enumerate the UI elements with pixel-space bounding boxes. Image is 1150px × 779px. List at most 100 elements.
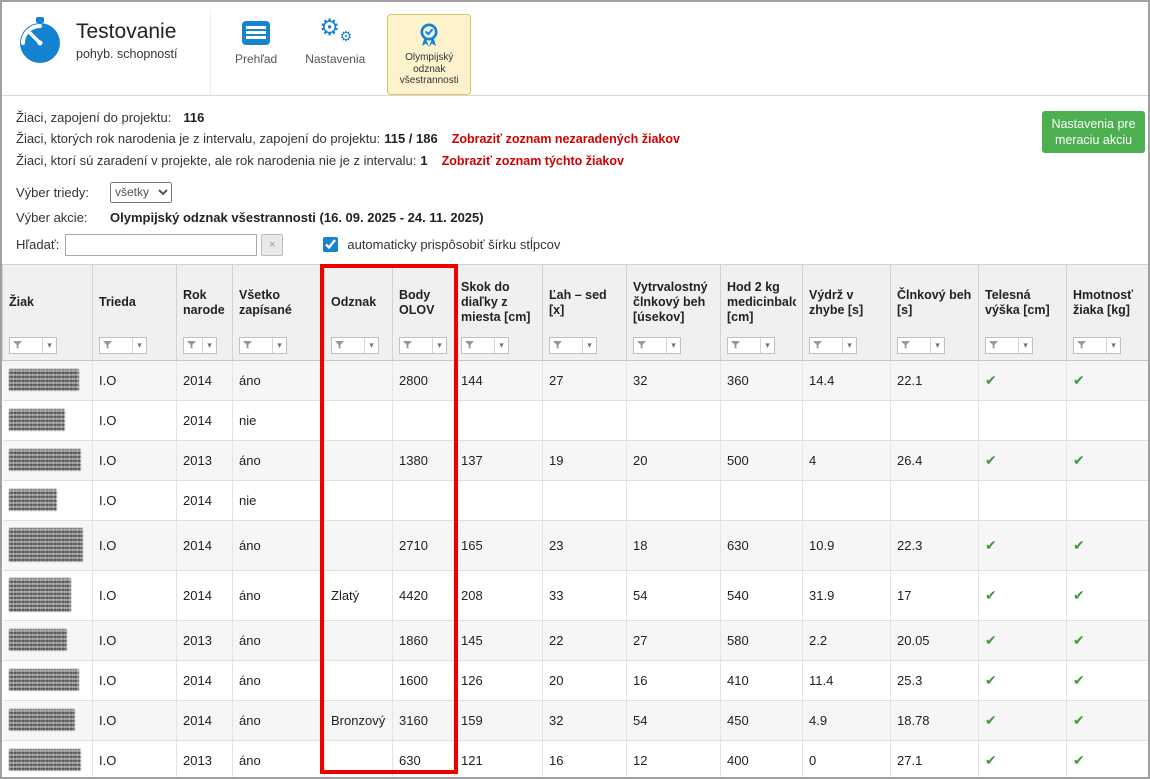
- column-filter[interactable]: ▾: [633, 337, 681, 354]
- info-line-1-value: 116: [183, 110, 204, 125]
- cell-trieda: I.O: [93, 400, 177, 440]
- chevron-down-icon: ▾: [273, 340, 286, 351]
- cell-vyska: [979, 400, 1067, 440]
- show-unassigned-students-link[interactable]: Zobraziť zoznam nezaradených žiakov: [452, 132, 680, 146]
- funnel-icon: [898, 338, 931, 353]
- column-filter[interactable]: ▾: [809, 337, 857, 354]
- info-line-1-label: Žiaci, zapojení do projektu:: [16, 110, 171, 125]
- results-table: Žiak▾Trieda▾Rok narode▾Všetko zapísané▾O…: [2, 264, 1148, 778]
- cell-body: [393, 480, 455, 520]
- table-row[interactable]: I.O2013áno6301211612400027.1✔✔: [3, 740, 1149, 777]
- table-row[interactable]: I.O2013áno13801371920500426.4✔✔: [3, 440, 1149, 480]
- column-header-clnkovy[interactable]: Člnkový beh [s]▾: [891, 264, 979, 360]
- column-header-body[interactable]: Body OLOV▾: [393, 264, 455, 360]
- cell-hod: [721, 400, 803, 440]
- column-label: Člnkový beh [s]: [897, 269, 972, 337]
- student-name-blurred: [9, 528, 83, 562]
- column-header-rok[interactable]: Rok narode▾: [177, 264, 233, 360]
- cell-hmotnost: ✔: [1067, 660, 1149, 700]
- column-filter[interactable]: ▾: [461, 337, 509, 354]
- column-header-vyska[interactable]: Telesná výška [cm]▾: [979, 264, 1067, 360]
- cell-lah: 16: [543, 740, 627, 777]
- table-row[interactable]: I.O2014áno1600126201641011.425.3✔✔: [3, 660, 1149, 700]
- column-header-ziak[interactable]: Žiak▾: [3, 264, 93, 360]
- cell-clnkovy: [891, 480, 979, 520]
- column-header-hmotnost[interactable]: Hmotnosť žiaka [kg]▾: [1067, 264, 1149, 360]
- column-header-skok[interactable]: Skok do diaľky z miesta [cm]▾: [455, 264, 543, 360]
- column-header-hod[interactable]: Hod 2 kg medicinbalo [cm]▾: [721, 264, 803, 360]
- table-row[interactable]: I.O2014ánoZlatý4420208335454031.917✔✔: [3, 570, 1149, 620]
- cell-body: 1380: [393, 440, 455, 480]
- measurement-settings-button[interactable]: Nastavenia pre meraciu akciu: [1042, 111, 1145, 153]
- auto-width-checkbox[interactable]: [323, 237, 338, 252]
- cell-body: 2800: [393, 360, 455, 400]
- gear-icon-small: ⚙: [340, 28, 353, 45]
- column-filter[interactable]: ▾: [727, 337, 775, 354]
- column-label: Skok do diaľky z miesta [cm]: [461, 269, 536, 337]
- search-input[interactable]: [65, 234, 257, 256]
- cell-hmotnost: ✔: [1067, 700, 1149, 740]
- cell-lah: 20: [543, 660, 627, 700]
- clear-search-icon[interactable]: ×: [261, 234, 283, 256]
- funnel-icon: [240, 338, 273, 353]
- cell-vytrvalostny: 12: [627, 740, 721, 777]
- funnel-icon: [986, 338, 1019, 353]
- column-header-odznak[interactable]: Odznak▾: [325, 264, 393, 360]
- cell-rok: 2013: [177, 440, 233, 480]
- column-header-vsetko[interactable]: Všetko zapísané▾: [233, 264, 325, 360]
- column-filter[interactable]: ▾: [399, 337, 447, 354]
- column-filter[interactable]: ▾: [1073, 337, 1121, 354]
- student-name-blurred: [9, 369, 79, 391]
- cell-skok: 121: [455, 740, 543, 777]
- table-icon: [241, 18, 271, 48]
- chevron-down-icon: ▾: [43, 340, 56, 351]
- results-table-container: Žiak▾Trieda▾Rok narode▾Všetko zapísané▾O…: [2, 264, 1148, 778]
- chevron-down-icon: ▾: [133, 340, 146, 351]
- cell-trieda: I.O: [93, 740, 177, 777]
- column-header-trieda[interactable]: Trieda▾: [93, 264, 177, 360]
- show-these-students-link[interactable]: Zobraziť zoznam týchto žiakov: [442, 154, 624, 168]
- cell-vyska: ✔: [979, 570, 1067, 620]
- cell-skok: 208: [455, 570, 543, 620]
- cell-body: 1600: [393, 660, 455, 700]
- table-row[interactable]: I.O2014nie: [3, 400, 1149, 440]
- column-filter[interactable]: ▾: [331, 337, 379, 354]
- table-row[interactable]: I.O2014áno2710165231863010.922.3✔✔: [3, 520, 1149, 570]
- table-row[interactable]: I.O2014ánoBronzový316015932544504.918.78…: [3, 700, 1149, 740]
- nav-nastavenia-button[interactable]: ⚙ ⚙ Nastavenia: [299, 14, 371, 70]
- column-filter[interactable]: ▾: [549, 337, 597, 354]
- cell-ziak: [3, 400, 93, 440]
- column-filter[interactable]: ▾: [239, 337, 287, 354]
- column-header-vytrvalostny[interactable]: Vytrvalostný člnkový beh [úsekov]▾: [627, 264, 721, 360]
- column-filter[interactable]: ▾: [897, 337, 945, 354]
- cell-lah: 23: [543, 520, 627, 570]
- cell-clnkovy: 18.78: [891, 700, 979, 740]
- student-name-blurred: [9, 489, 57, 511]
- cell-vsetko: áno: [233, 520, 325, 570]
- check-icon: ✔: [985, 632, 997, 648]
- top-header: Testovanie pohyb. schopností Prehľad ⚙ ⚙: [2, 2, 1148, 96]
- column-filter[interactable]: ▾: [9, 337, 57, 354]
- check-icon: ✔: [985, 672, 997, 688]
- funnel-icon: [634, 338, 667, 353]
- cell-skok: 165: [455, 520, 543, 570]
- column-filter[interactable]: ▾: [985, 337, 1033, 354]
- column-filter[interactable]: ▾: [183, 337, 217, 354]
- cell-ziak: [3, 660, 93, 700]
- cell-hod: 630: [721, 520, 803, 570]
- table-row[interactable]: I.O2014nie: [3, 480, 1149, 520]
- column-header-lah[interactable]: Ľah – sed [x]▾: [543, 264, 627, 360]
- column-filter[interactable]: ▾: [99, 337, 147, 354]
- class-select[interactable]: všetky: [110, 182, 172, 203]
- column-header-vydrz[interactable]: Výdrž v zhybe [s]▾: [803, 264, 891, 360]
- check-icon: ✔: [1073, 752, 1085, 768]
- student-name-blurred: [9, 578, 71, 612]
- nav-prehlad-button[interactable]: Prehľad: [229, 14, 283, 70]
- column-label: Body OLOV: [399, 269, 448, 337]
- table-row[interactable]: I.O2013áno186014522275802.220.05✔✔: [3, 620, 1149, 660]
- table-row[interactable]: I.O2014áno2800144273236014.422.1✔✔: [3, 360, 1149, 400]
- cell-vydrz: 31.9: [803, 570, 891, 620]
- nav-nastavenia-label: Nastavenia: [305, 52, 365, 66]
- nav-olympijsky-button[interactable]: Olympijský odznak všestrannosti: [387, 14, 471, 95]
- cell-vyska: ✔: [979, 620, 1067, 660]
